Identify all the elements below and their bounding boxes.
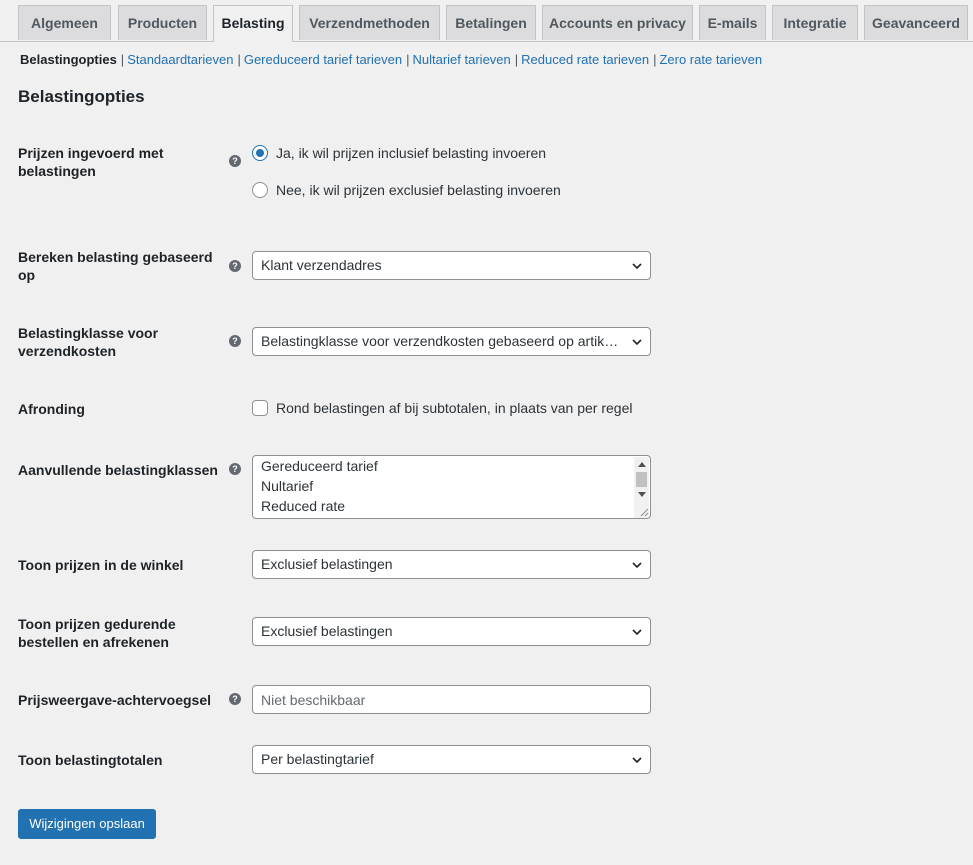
tab-accounts-privacy[interactable]: Accounts en privacy — [542, 5, 693, 40]
tab-shipping[interactable]: Verzendmethoden — [299, 5, 440, 40]
scroll-down-arrow-icon[interactable] — [638, 492, 646, 497]
tab-products[interactable]: Producten — [118, 5, 207, 40]
tax-totals-select[interactable]: Per belastingtarief — [252, 745, 651, 774]
rounding-checkbox[interactable] — [252, 400, 268, 416]
display-cart-label: Toon prijzen gedurende bestellen en afre… — [18, 616, 176, 650]
chevron-down-icon — [632, 629, 642, 636]
chevron-down-icon — [632, 263, 642, 270]
tax-totals-label: Toon belastingtotalen — [18, 752, 163, 768]
scrollbar-thumb[interactable] — [636, 472, 647, 487]
subnav-separator: | — [653, 52, 657, 67]
chevron-down-icon — [632, 339, 642, 346]
subnav-separator: | — [406, 52, 410, 67]
price-suffix-input[interactable] — [252, 685, 651, 714]
radio-prices-inclusive-label[interactable]: Ja, ik wil prijzen inclusief belasting i… — [276, 144, 546, 162]
subnav-link-standard-rates[interactable]: Standaardtarieven — [127, 52, 233, 67]
help-icon[interactable]: ? — [229, 463, 241, 475]
rounding-checkbox-label[interactable]: Rond belastingen af bij subtotalen, in p… — [276, 399, 632, 417]
subnav-link-zero-rates[interactable]: Nultarief tarieven — [412, 52, 510, 67]
subnav-link-reduced-rate-en[interactable]: Reduced rate tarieven — [521, 52, 649, 67]
calc-based-on-label: Bereken belasting gebaseerd op — [18, 249, 213, 283]
display-shop-select[interactable]: Exclusief belastingen — [252, 550, 651, 579]
tab-payments[interactable]: Betalingen — [446, 5, 536, 40]
tab-general[interactable]: Algemeen — [18, 5, 111, 40]
help-icon[interactable]: ? — [229, 155, 241, 167]
subnav-link-reduced-rates[interactable]: Gereduceerd tarief tarieven — [244, 52, 402, 67]
tab-emails[interactable]: E-mails — [699, 5, 766, 40]
price-suffix-label: Prijsweergave-achtervoegsel — [18, 692, 211, 708]
tab-tax[interactable]: Belasting — [213, 5, 293, 42]
additional-classes-textarea[interactable]: Gereduceerd tarief Nultarief Reduced rat… — [252, 455, 651, 519]
subnav-separator: | — [514, 52, 519, 67]
additional-classes-label: Aanvullende belastingklassen — [18, 462, 218, 478]
calc-based-on-select[interactable]: Klant verzendadres — [252, 251, 651, 280]
help-icon[interactable]: ? — [229, 260, 241, 272]
tax-totals-value: Per belastingtarief — [261, 751, 374, 767]
shipping-tax-class-select[interactable]: Belastingklasse voor verzendkosten gebas… — [252, 327, 651, 356]
display-cart-select[interactable]: Exclusief belastingen — [252, 617, 651, 646]
radio-button-unchecked[interactable] — [252, 182, 268, 198]
radio-prices-exclusive-label[interactable]: Nee, ik wil prijzen exclusief belasting … — [276, 181, 561, 199]
subnav-separator: | — [237, 52, 241, 67]
calc-based-on-value: Klant verzendadres — [261, 257, 382, 273]
help-icon[interactable]: ? — [229, 693, 241, 705]
resize-grip-icon[interactable] — [637, 505, 649, 517]
shipping-tax-class-value: Belastingklasse voor verzendkosten gebas… — [261, 333, 623, 349]
chevron-down-icon — [632, 757, 642, 764]
scroll-up-arrow-icon[interactable] — [638, 462, 646, 467]
rounding-label: Afronding — [18, 401, 85, 417]
display-cart-value: Exclusief belastingen — [261, 623, 393, 639]
subnav-link-zero-rate-en[interactable]: Zero rate tarieven — [659, 52, 762, 67]
help-icon[interactable]: ? — [229, 335, 241, 347]
list-item: Nultarief — [261, 478, 314, 494]
tax-subnav: Belastingopties | Standaardtarieven | Geredu… — [20, 52, 762, 67]
chevron-down-icon — [632, 562, 642, 569]
shipping-tax-class-label: Belastingklasse voor verzendkosten — [18, 325, 159, 359]
section-title: Belastingopties — [18, 87, 145, 106]
list-item: Gereduceerd tarief — [261, 458, 378, 474]
tab-integration[interactable]: Integratie — [772, 5, 858, 40]
radio-button-checked[interactable] — [252, 145, 268, 161]
tab-advanced[interactable]: Geavanceerd — [864, 5, 968, 40]
save-changes-button[interactable]: Wijzigingen opslaan — [18, 809, 156, 839]
display-shop-value: Exclusief belastingen — [261, 556, 393, 572]
settings-tab-bar: Algemeen Producten Belasting Verzendmeth… — [0, 0, 973, 42]
display-shop-label: Toon prijzen in de winkel — [18, 557, 184, 573]
list-item: Reduced rate — [261, 498, 346, 514]
prices-entered-label: Prijzen ingevoerd met belastingen — [18, 145, 164, 179]
subnav-separator: | — [120, 52, 125, 67]
subnav-current-tax-options: Belastingopties — [20, 52, 117, 67]
